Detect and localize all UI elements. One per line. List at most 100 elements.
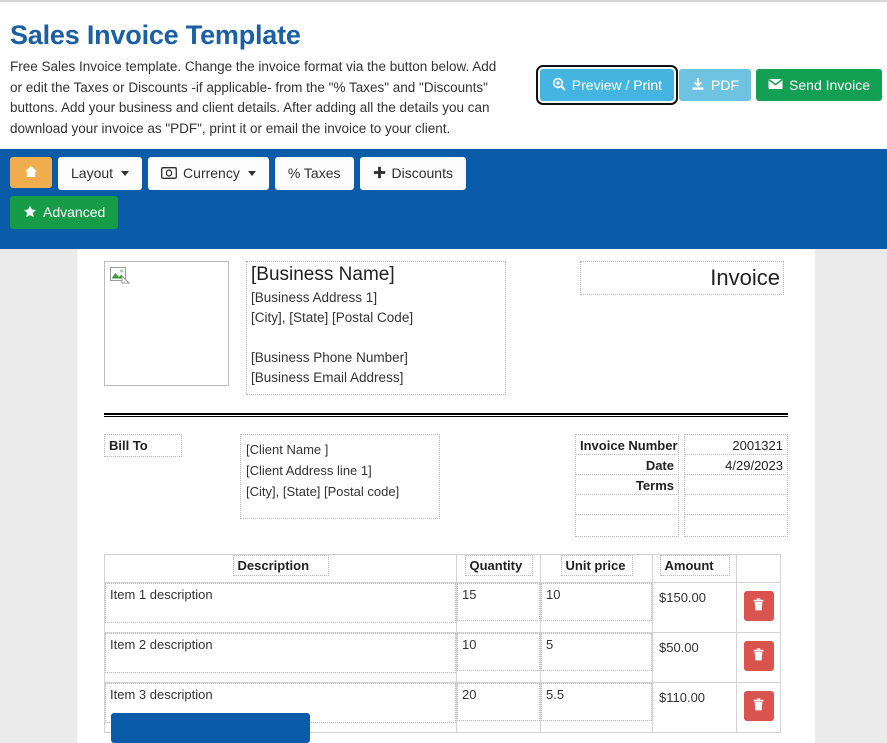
- plus-icon: [373, 166, 386, 181]
- row-amount-value: $50.00: [653, 633, 736, 657]
- row-quantity-input[interactable]: 10: [457, 633, 540, 671]
- business-spacer: [251, 328, 501, 348]
- currency-label: Currency: [183, 165, 240, 182]
- discounts-button[interactable]: Discounts: [360, 157, 466, 190]
- delete-row-button[interactable]: [744, 641, 774, 671]
- cell-description: Item 2 description: [105, 633, 457, 683]
- table-header-row: Description Quantity Unit price Amount: [105, 555, 781, 583]
- business-email[interactable]: [Business Email Address]: [251, 368, 501, 388]
- invoice-meta: Invoice Number Date Terms 2001321 4/29/2…: [575, 434, 788, 536]
- currency-button[interactable]: Currency: [148, 157, 269, 190]
- star-icon: [23, 205, 37, 220]
- add-line-button[interactable]: [111, 713, 310, 743]
- invoice-doc-title[interactable]: Invoice: [580, 261, 784, 295]
- table-row: Item 2 description 10 5 $50.00: [105, 633, 781, 683]
- header-cell-actions: [737, 555, 781, 583]
- envelope-icon: [768, 78, 783, 92]
- client-city-state-zip[interactable]: [City], [State] [Postal code]: [246, 481, 434, 502]
- invoice-sheet: Invoice [Business Name]: [77, 249, 815, 743]
- page-header: Sales Invoice Template Free Sales Invoic…: [0, 16, 887, 149]
- meta-value-terms[interactable]: [684, 474, 788, 495]
- meta-label-terms: Terms: [575, 474, 679, 495]
- meta-value-date[interactable]: 4/29/2023: [684, 454, 788, 475]
- cell-amount: $150.00: [653, 583, 737, 633]
- toolbar: Layout Currency % Taxes Dis: [0, 149, 887, 249]
- header-cell-quantity: Quantity: [457, 555, 541, 583]
- action-buttons: Preview / Print PDF Send Invoice: [540, 69, 882, 101]
- pdf-label: PDF: [711, 77, 739, 93]
- row-quantity-input[interactable]: 15: [457, 583, 540, 621]
- bill-to-label: Bill To: [104, 434, 182, 457]
- row-unit-price-input[interactable]: 5: [541, 633, 652, 671]
- taxes-button[interactable]: % Taxes: [275, 157, 354, 190]
- cell-quantity: 20: [457, 683, 541, 733]
- column-header-amount: Amount: [660, 555, 730, 576]
- cell-unit-price: 5.5: [541, 683, 653, 733]
- cell-description: Item 1 description: [105, 583, 457, 633]
- home-icon: [24, 165, 38, 180]
- meta-value-blank-1[interactable]: [684, 494, 788, 515]
- logo-upload-box[interactable]: [104, 261, 229, 386]
- send-invoice-label: Send Invoice: [789, 77, 870, 93]
- pdf-button[interactable]: PDF: [679, 69, 751, 101]
- business-city-state-zip[interactable]: [City], [State] [Postal Code]: [251, 308, 501, 328]
- send-invoice-button[interactable]: Send Invoice: [756, 69, 882, 101]
- advanced-button[interactable]: Advanced: [10, 196, 118, 229]
- cell-amount: $50.00: [653, 633, 737, 683]
- layout-button[interactable]: Layout: [58, 157, 142, 190]
- meta-label-blank-1: [575, 494, 679, 515]
- advanced-label: Advanced: [43, 204, 105, 221]
- layout-label: Layout: [71, 165, 113, 182]
- cell-unit-price: 10: [541, 583, 653, 633]
- delete-row-button[interactable]: [744, 591, 774, 621]
- row-quantity-input[interactable]: 20: [457, 683, 540, 721]
- billing-section: Bill To [Client Name ] [Client Address l…: [104, 431, 788, 536]
- row-unit-price-input[interactable]: 10: [541, 583, 652, 621]
- chevron-down-icon: [121, 171, 129, 176]
- meta-label-date: Date: [575, 454, 679, 475]
- download-icon: [691, 77, 705, 93]
- row-description-input[interactable]: Item 1 description: [105, 583, 456, 623]
- header-cell-unit-price: Unit price: [541, 555, 653, 583]
- business-details[interactable]: [Business Name] [Business Address 1] [Ci…: [246, 261, 506, 395]
- column-header-unit-price: Unit price: [561, 555, 633, 576]
- row-amount-value: $110.00: [653, 683, 736, 707]
- invoice-meta-labels: Invoice Number Date Terms: [575, 434, 679, 536]
- cell-delete: [737, 683, 781, 733]
- preview-print-label: Preview / Print: [572, 77, 662, 93]
- invoice-meta-values: 2001321 4/29/2023: [684, 434, 788, 536]
- row-description-input[interactable]: Item 2 description: [105, 633, 456, 673]
- client-address1[interactable]: [Client Address line 1]: [246, 460, 434, 481]
- cell-quantity: 10: [457, 633, 541, 683]
- line-items-table: Description Quantity Unit price Amount: [104, 554, 781, 733]
- home-button[interactable]: [10, 157, 52, 188]
- page-title: Sales Invoice Template: [10, 20, 879, 50]
- chevron-down-icon: [248, 171, 256, 176]
- meta-label-blank-2: [575, 514, 679, 537]
- cell-delete: [737, 633, 781, 683]
- toolbar-row-primary: Layout Currency % Taxes Dis: [10, 157, 887, 190]
- ghost-text: [0, 2, 887, 16]
- row-unit-price-input[interactable]: 5.5: [541, 683, 652, 721]
- page-description: Free Sales Invoice template. Change the …: [10, 57, 510, 139]
- business-phone[interactable]: [Business Phone Number]: [251, 348, 501, 368]
- business-address1[interactable]: [Business Address 1]: [251, 288, 501, 308]
- invoice-body: [Business Name] [Business Address 1] [Ci…: [77, 261, 815, 733]
- row-amount-value: $150.00: [653, 583, 736, 607]
- header-cell-description: Description: [105, 555, 457, 583]
- client-details[interactable]: [Client Name ] [Client Address line 1] […: [240, 434, 440, 519]
- cell-amount: $110.00: [653, 683, 737, 733]
- cell-quantity: 15: [457, 583, 541, 633]
- discounts-label: Discounts: [392, 165, 453, 182]
- zoom-in-icon: [552, 77, 566, 93]
- preview-print-button[interactable]: Preview / Print: [540, 69, 674, 101]
- meta-value-invoice-number[interactable]: 2001321: [684, 434, 788, 455]
- meta-value-blank-2[interactable]: [684, 514, 788, 537]
- section-divider: [104, 413, 788, 417]
- table-row: Item 1 description 15 10 $150.00: [105, 583, 781, 633]
- taxes-label: % Taxes: [288, 165, 341, 182]
- money-icon: [161, 167, 177, 181]
- business-name[interactable]: [Business Name]: [251, 262, 501, 288]
- cell-delete: [737, 583, 781, 633]
- client-name[interactable]: [Client Name ]: [246, 439, 434, 460]
